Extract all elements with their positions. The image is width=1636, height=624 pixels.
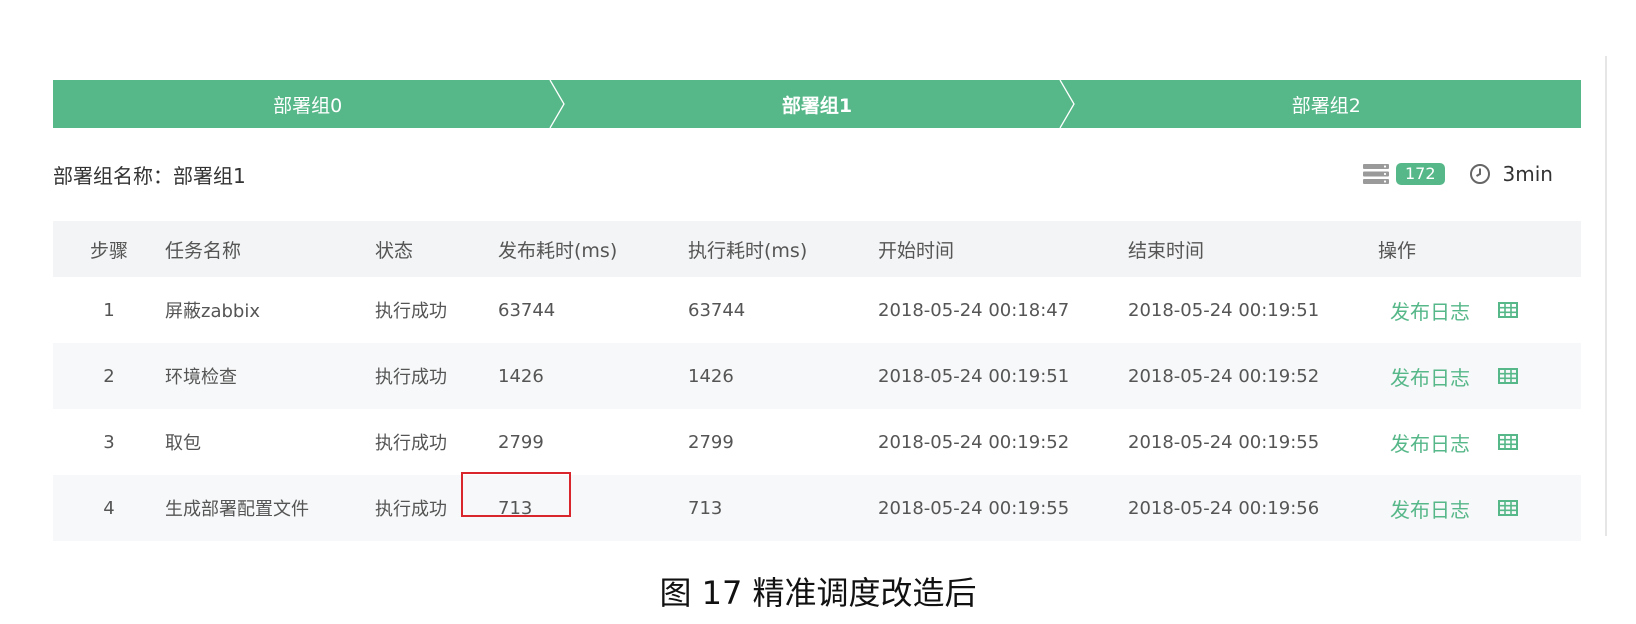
duration-value: 3min <box>1502 162 1553 186</box>
group-meta: 172 3min <box>1362 162 1553 186</box>
cell-step: 1 <box>103 299 115 321</box>
cell-actions: 发布日志 <box>1378 296 1581 325</box>
publish-log-link[interactable]: 发布日志 <box>1390 296 1470 325</box>
cell-task-name: 环境检查 <box>165 367 237 388</box>
table-row: 4 生成部署配置文件 执行成功 713 713 2018-05-24 00:19… <box>53 475 1581 541</box>
cell-end-time: 2018-05-24 00:19:51 <box>1128 299 1320 321</box>
header-exec-time: 执行耗时(ms) <box>688 239 808 262</box>
cell-exec-time: 63744 <box>688 299 746 321</box>
cell-start-time: 2018-05-24 00:18:47 <box>878 299 1070 321</box>
task-table: 步骤 任务名称 状态 发布耗时(ms) 执行耗时(ms) 开始时间 结束时间 操… <box>53 221 1581 541</box>
table-grid-icon[interactable] <box>1498 302 1518 318</box>
cell-end-time: 2018-05-24 00:19:52 <box>1128 365 1320 387</box>
group-name-label: 部署组名称：部署组1 <box>53 163 246 188</box>
table-grid-icon[interactable] <box>1498 500 1518 516</box>
cell-task-name: 生成部署配置文件 <box>165 499 309 520</box>
cell-publish-time: 1426 <box>498 365 544 387</box>
cell-status: 执行成功 <box>375 367 447 388</box>
cell-publish-time: 2799 <box>498 431 544 453</box>
cell-step: 3 <box>103 431 115 453</box>
cell-step: 2 <box>103 365 115 387</box>
instance-count-badge: 172 <box>1396 163 1445 185</box>
cell-step: 4 <box>103 497 115 519</box>
highlight-annotation-box <box>461 472 571 517</box>
publish-log-link[interactable]: 发布日志 <box>1390 494 1470 523</box>
step-label: 部署组1 <box>781 94 853 117</box>
header-task-name: 任务名称 <box>165 239 242 262</box>
table-grid-icon[interactable] <box>1498 434 1518 450</box>
header-publish-time: 发布耗时(ms) <box>498 239 618 262</box>
cell-exec-time: 2799 <box>688 431 734 453</box>
step-deploy-group-1[interactable]: 部署组1 <box>562 80 1075 128</box>
cell-actions: 发布日志 <box>1378 362 1581 391</box>
table-row: 2 环境检查 执行成功 1426 1426 2018-05-24 00:19:5… <box>53 343 1581 409</box>
clock-icon <box>1469 164 1490 184</box>
step-label: 部署组2 <box>1291 94 1361 117</box>
group-info-row: 部署组名称：部署组1 172 3min <box>53 150 1581 198</box>
cell-actions: 发布日志 <box>1378 428 1581 457</box>
table-row: 1 屏蔽zabbix 执行成功 63744 63744 2018-05-24 0… <box>53 277 1581 343</box>
cell-start-time: 2018-05-24 00:19:51 <box>878 365 1070 387</box>
header-step: 步骤 <box>89 239 128 262</box>
cell-publish-time: 63744 <box>498 299 556 321</box>
table-grid-icon[interactable] <box>1498 368 1518 384</box>
publish-log-link[interactable]: 发布日志 <box>1390 428 1470 457</box>
cell-status: 执行成功 <box>375 301 447 322</box>
publish-log-link[interactable]: 发布日志 <box>1390 362 1470 391</box>
table-row: 3 取包 执行成功 2799 2799 2018-05-24 00:19:52 … <box>53 409 1581 475</box>
cell-task-name: 取包 <box>165 433 201 454</box>
header-start-time: 开始时间 <box>878 239 955 262</box>
step-deploy-group-0[interactable]: 部署组0 <box>53 80 566 128</box>
header-end-time: 结束时间 <box>1128 239 1205 262</box>
right-border-rule <box>1605 56 1607 536</box>
deploy-group-steps: 部署组0 部署组1 部署组2 <box>53 80 1581 128</box>
cell-actions: 发布日志 <box>1378 494 1581 523</box>
cell-exec-time: 1426 <box>688 365 734 387</box>
step-deploy-group-2[interactable]: 部署组2 <box>1072 80 1581 128</box>
server-stack-icon <box>1363 164 1389 184</box>
cell-task-name: 屏蔽zabbix <box>165 301 260 322</box>
header-actions: 操作 <box>1378 239 1417 262</box>
cell-start-time: 2018-05-24 00:19:52 <box>878 431 1070 453</box>
cell-exec-time: 713 <box>688 497 723 519</box>
cell-start-time: 2018-05-24 00:19:55 <box>878 497 1070 519</box>
cell-end-time: 2018-05-24 00:19:56 <box>1128 497 1320 519</box>
cell-end-time: 2018-05-24 00:19:55 <box>1128 431 1320 453</box>
step-label: 部署组0 <box>273 94 343 117</box>
figure-caption: 图 17 精准调度改造后 <box>659 574 977 612</box>
table-header-row: 步骤 任务名称 状态 发布耗时(ms) 执行耗时(ms) 开始时间 结束时间 操… <box>53 221 1581 277</box>
cell-status: 执行成功 <box>375 433 447 454</box>
header-status: 状态 <box>375 239 414 262</box>
